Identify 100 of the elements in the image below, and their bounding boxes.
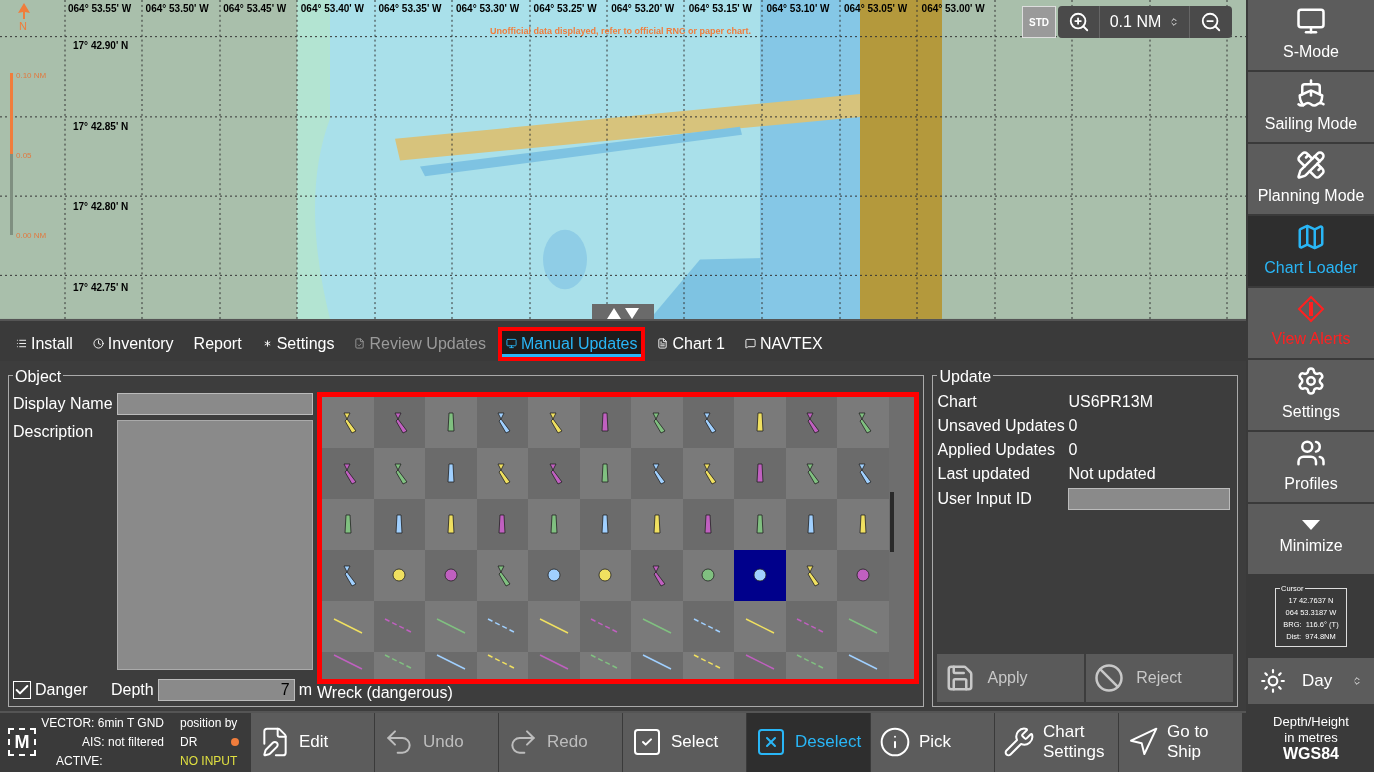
line-icon xyxy=(641,618,672,635)
symbol-cell[interactable] xyxy=(631,498,683,550)
symbol-cell[interactable] xyxy=(785,549,837,601)
circle-icon xyxy=(752,568,767,583)
scale-label: 0.05 xyxy=(16,150,32,162)
pencil-ruler-icon xyxy=(1296,150,1326,180)
symbol-cell[interactable] xyxy=(425,600,477,652)
field-value: 0 xyxy=(1068,439,1078,460)
sidebar-button[interactable]: Sailing Mode xyxy=(1248,72,1374,142)
day-mode-select[interactable]: Day xyxy=(1248,658,1374,704)
latitude-label: 17° 42.90' N xyxy=(73,39,129,53)
sidebar-button[interactable]: Chart Loader xyxy=(1248,216,1374,286)
sidebar-button[interactable]: Planning Mode xyxy=(1248,144,1374,214)
sun-icon xyxy=(1260,668,1286,694)
symbol-cell[interactable] xyxy=(322,396,374,448)
symbol-cell[interactable] xyxy=(579,447,631,499)
symbol-cell[interactable] xyxy=(734,396,786,448)
tab[interactable]: Install xyxy=(8,326,81,361)
tab[interactable]: NAVTEX xyxy=(736,326,831,361)
toolbar-button[interactable]: Chart Settings xyxy=(995,712,1118,772)
symbol-cell[interactable] xyxy=(476,447,528,499)
symbol-cell[interactable] xyxy=(837,600,889,652)
updown-icon xyxy=(1169,17,1180,27)
longitude-label: 064° 53.40' W xyxy=(300,2,364,16)
symbol-cell[interactable] xyxy=(425,498,477,550)
tab[interactable]: Inventory xyxy=(84,326,182,361)
symbol-cell[interactable] xyxy=(322,498,374,550)
updown-icon xyxy=(1352,676,1362,686)
tab[interactable]: Chart 1 xyxy=(649,326,733,361)
monitor-icon xyxy=(505,338,517,350)
scale-label: 0.00 NM xyxy=(16,230,47,242)
symbol-cell[interactable] xyxy=(631,396,683,448)
longitude-label: 064° 53.00' W xyxy=(921,2,985,16)
field-label: Chart xyxy=(937,391,978,412)
symbol-cell[interactable] xyxy=(734,600,786,652)
settings-icon xyxy=(1296,366,1326,396)
monitor-icon xyxy=(1296,6,1326,36)
toolbar-button[interactable]: Edit xyxy=(251,712,374,772)
tab[interactable]: Settings xyxy=(253,326,343,361)
north-arrow-icon xyxy=(17,3,31,19)
symbol-cell[interactable] xyxy=(682,447,734,499)
symbol-cell[interactable] xyxy=(579,549,631,601)
sidebar-button[interactable]: Settings xyxy=(1248,360,1374,430)
scale-label: 0.10 NM xyxy=(16,70,47,82)
user-input-id-field[interactable] xyxy=(1068,487,1231,510)
symbol-cell[interactable] xyxy=(785,447,837,499)
line-icon xyxy=(538,618,569,635)
latitude-label: 17° 42.85' N xyxy=(73,119,129,134)
toolbar-button[interactable]: Go to Ship xyxy=(1119,712,1242,772)
symbol-cell[interactable] xyxy=(528,498,580,550)
longitude-label: 064° 53.10' W xyxy=(766,2,830,16)
sidebar-button[interactable]: Minimize xyxy=(1248,504,1374,574)
users-icon xyxy=(1296,438,1326,468)
danger-checkbox[interactable] xyxy=(13,680,31,699)
sidebar-button[interactable]: Profiles xyxy=(1248,432,1374,502)
zoom-out-icon xyxy=(1200,11,1222,33)
line-icon xyxy=(847,653,878,670)
description-field[interactable] xyxy=(116,419,313,670)
triangle-down-icon xyxy=(1302,520,1320,530)
depth-field[interactable]: 7 xyxy=(157,678,295,701)
line-icon xyxy=(332,653,363,670)
object-type-label: Wreck (dangerous) xyxy=(317,683,454,702)
longitude-label: 064° 53.30' W xyxy=(456,2,520,16)
circle-icon xyxy=(546,568,561,583)
symbol-cell[interactable] xyxy=(373,549,425,601)
symbol-cell[interactable] xyxy=(734,498,786,550)
field-value: US6PR13M xyxy=(1068,391,1153,412)
symbol-cell[interactable] xyxy=(476,549,528,601)
sidebar-button[interactable]: S-Mode xyxy=(1248,0,1374,70)
latitude-label: 17° 42.80' N xyxy=(73,200,129,214)
symbol-cell[interactable] xyxy=(837,396,889,448)
tab[interactable]: Report xyxy=(185,326,250,361)
north-label: N xyxy=(19,20,27,32)
alert-icon xyxy=(1297,295,1325,323)
clock-icon xyxy=(92,338,104,350)
symbol-cell[interactable] xyxy=(682,549,734,601)
action-button[interactable]: Apply xyxy=(937,653,1085,702)
symbol-cell[interactable] xyxy=(734,549,786,601)
toolbar-button[interactable]: Select xyxy=(623,712,746,772)
symbol-cell[interactable] xyxy=(322,600,374,652)
line-icon xyxy=(744,618,775,635)
position-label: position by xyxy=(180,714,239,732)
scrollbar-thumb[interactable] xyxy=(889,491,894,552)
vector-status: VECTOR: 6min T GND xyxy=(41,714,164,732)
zoom-in-icon xyxy=(1067,11,1090,33)
toolbar-button[interactable]: Pick xyxy=(871,712,994,772)
toolbar-button[interactable]: Deselect xyxy=(747,712,870,772)
unit-label: m xyxy=(298,679,313,700)
field-label: Applied Updates xyxy=(937,439,1056,460)
display-name-field[interactable] xyxy=(116,392,313,415)
symbol-cell[interactable] xyxy=(425,396,477,448)
document-icon xyxy=(657,338,669,350)
panel-toggle-button[interactable] xyxy=(592,304,654,319)
symbol-cell[interactable] xyxy=(528,600,580,652)
symbol-cell[interactable] xyxy=(373,447,425,499)
tab[interactable]: Manual Updates xyxy=(497,326,646,361)
symbol-cell[interactable] xyxy=(528,396,580,448)
symbol-cell[interactable] xyxy=(631,600,683,652)
action-button[interactable]: Reject xyxy=(1086,653,1233,702)
symbol-cell[interactable] xyxy=(837,498,889,550)
